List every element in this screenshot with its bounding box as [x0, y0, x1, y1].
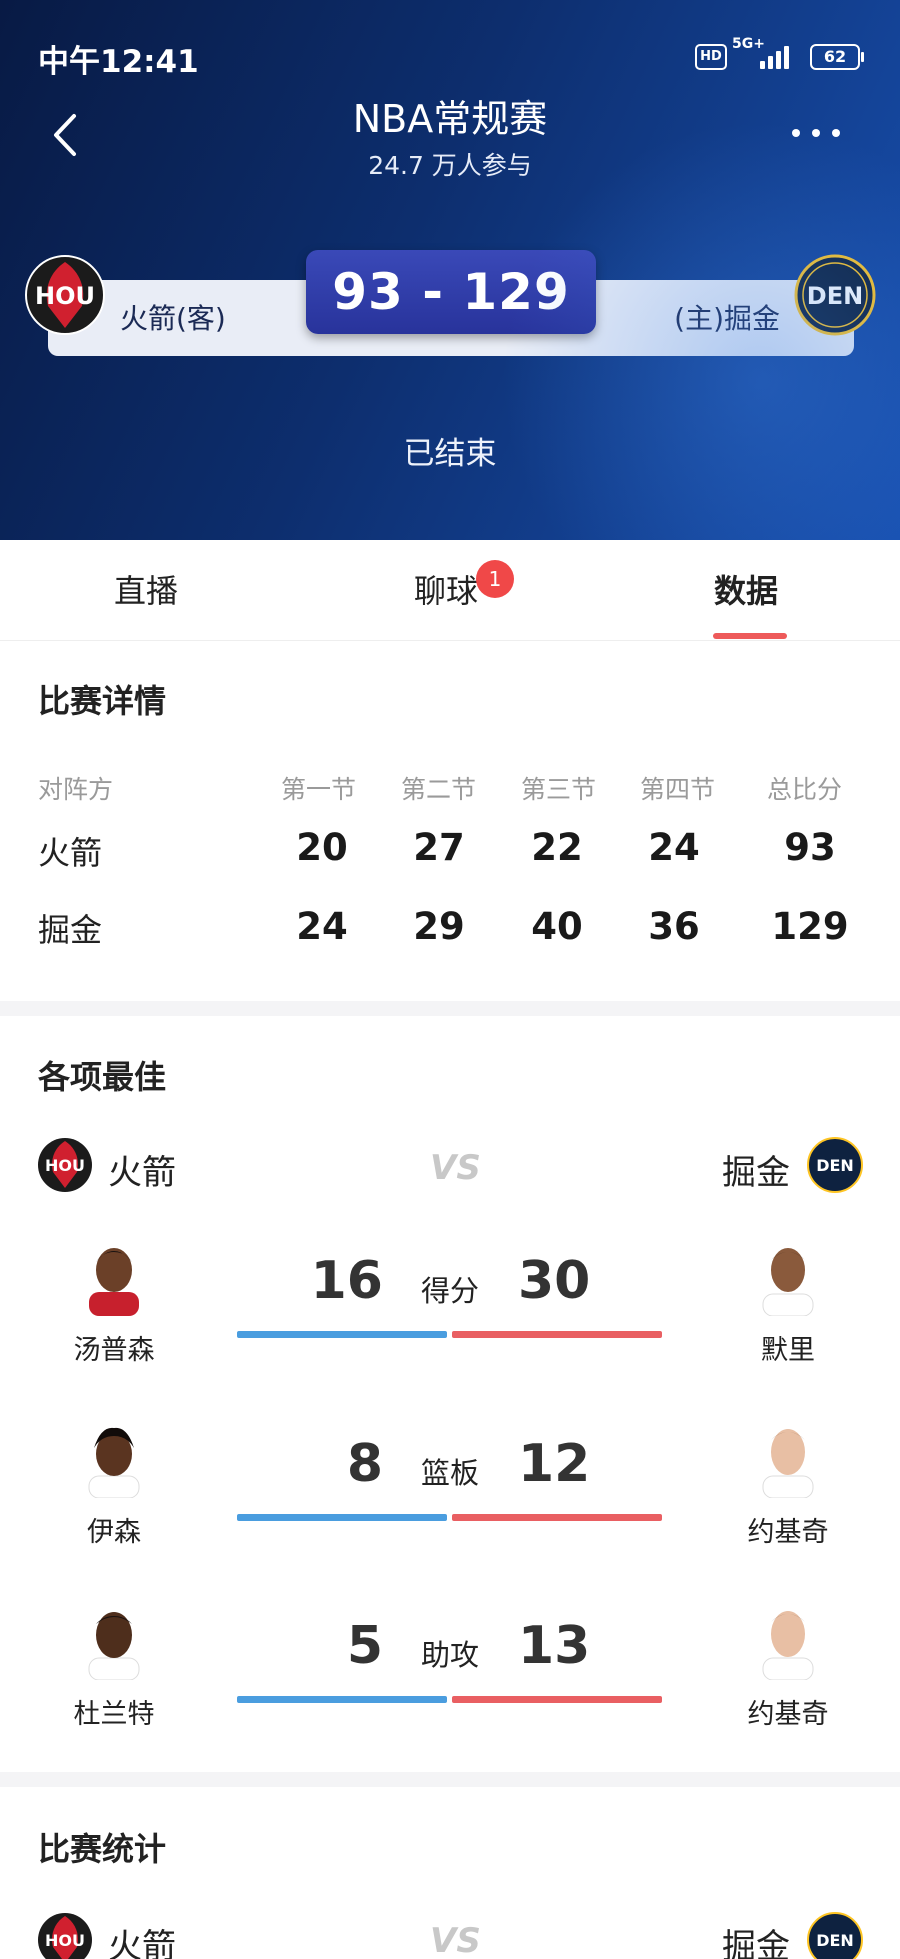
game-status: 已结束 — [403, 436, 497, 472]
player-name: 默里 — [761, 1335, 815, 1366]
tab-bar: 直播 聊球 数据 — [0, 540, 900, 641]
battery-icon: 62 — [810, 44, 864, 70]
notification-badge: 1 — [476, 560, 514, 598]
left-stat-bar — [237, 1331, 447, 1338]
stats-right-team: 掘金 — [722, 1927, 790, 1959]
stat-category: 得分 — [420, 1274, 479, 1308]
active-tab-indicator — [713, 633, 787, 639]
right-stat-value: 12 — [518, 1434, 591, 1494]
nuggets-logo-icon: DEN — [807, 1912, 863, 1959]
row-team-nuggets: 掘金 — [38, 911, 103, 949]
total-cell: 93 — [784, 826, 836, 869]
left-stat-bar — [237, 1696, 447, 1703]
score-cell: 29 — [413, 905, 465, 948]
header-matchup: 对阵方 — [38, 775, 114, 804]
more-options-icon[interactable] — [786, 118, 846, 148]
player-avatar-icon[interactable] — [755, 1604, 821, 1680]
home-logo-text: DEN — [807, 282, 863, 310]
left-stat-value: 5 — [346, 1616, 383, 1676]
player-name: 杜兰特 — [73, 1699, 155, 1730]
participants-count: 24.7 万人参与 — [368, 151, 532, 180]
status-time: 中午12:41 — [38, 44, 199, 80]
player-avatar-icon[interactable] — [755, 1422, 821, 1498]
right-stat-bar — [452, 1331, 662, 1338]
logo-text: HOU — [45, 1156, 85, 1175]
player-avatar-icon[interactable] — [81, 1422, 147, 1498]
game-stats-team-row: HOU 火箭 VS 掘金 DEN — [0, 1905, 900, 1959]
tab-stats[interactable]: 数据 — [714, 566, 778, 612]
score-cell: 22 — [531, 826, 583, 869]
tab-chat[interactable]: 聊球 — [414, 566, 478, 612]
header-q4: 第四节 — [640, 775, 716, 804]
away-logo-text: HOU — [35, 282, 95, 310]
header-q3: 第三节 — [521, 775, 597, 804]
player-avatar-icon[interactable] — [81, 1240, 147, 1316]
right-stat-bar — [452, 1696, 662, 1703]
nuggets-logo-icon: DEN — [807, 1137, 863, 1193]
final-score: 93 - 129 — [306, 250, 596, 334]
logo-text: DEN — [816, 1931, 854, 1950]
header-q1: 第一节 — [281, 775, 357, 804]
left-stat-bar — [237, 1514, 447, 1521]
match-detail-title: 比赛详情 — [38, 682, 167, 720]
player-name: 伊森 — [87, 1517, 141, 1548]
signal-icon — [760, 43, 789, 69]
left-stat-value: 16 — [310, 1251, 383, 1311]
score-cell: 24 — [296, 905, 348, 948]
left-stat-value: 8 — [346, 1434, 383, 1494]
score-cell: 27 — [413, 826, 465, 869]
game-header: 中午12:41 HD 5G+ 62 NBA常规赛 24.7 万人参与 HOU 火… — [0, 0, 900, 540]
stats-left-team: 火箭 — [108, 1927, 176, 1959]
rockets-logo-icon: HOU — [38, 1138, 92, 1192]
score-cell: 40 — [531, 905, 583, 948]
right-stat-value: 13 — [518, 1616, 591, 1676]
player-name: 约基奇 — [747, 1517, 829, 1548]
row-team-rockets: 火箭 — [38, 834, 103, 872]
score-cell: 36 — [648, 905, 700, 948]
home-team-name: (主)掘金 — [674, 302, 780, 335]
nuggets-logo-icon[interactable]: DEN — [794, 254, 876, 336]
leaders-right-team: 掘金 — [722, 1153, 790, 1193]
rockets-logo-icon[interactable]: HOU — [24, 254, 106, 336]
right-stat-value: 30 — [518, 1251, 591, 1311]
right-stat-bar — [452, 1514, 662, 1521]
player-avatar-icon[interactable] — [81, 1604, 147, 1680]
score-cell: 20 — [296, 826, 348, 869]
header-total: 总比分 — [767, 775, 843, 804]
total-cell: 129 — [771, 905, 849, 948]
stat-category: 篮板 — [420, 1456, 479, 1490]
header-q2: 第二节 — [401, 775, 477, 804]
hd-icon: HD — [695, 44, 727, 70]
game-stats-title: 比赛统计 — [38, 1830, 167, 1868]
page-title: NBA常规赛 — [352, 97, 548, 141]
vs-label: VS — [430, 1921, 481, 1959]
player-avatar-icon[interactable] — [755, 1240, 821, 1316]
rockets-logo-icon: HOU — [38, 1913, 92, 1959]
player-name: 汤普森 — [73, 1335, 155, 1366]
leaders-title: 各项最佳 — [38, 1058, 167, 1096]
logo-text: DEN — [816, 1156, 854, 1175]
score-cell: 24 — [648, 826, 700, 869]
away-team-name: 火箭(客) — [120, 302, 226, 335]
leaders-left-team: 火箭 — [108, 1153, 176, 1193]
logo-text: HOU — [45, 1931, 85, 1950]
tab-live[interactable]: 直播 — [114, 566, 178, 612]
player-name: 约基奇 — [747, 1699, 829, 1730]
stat-category: 助攻 — [420, 1638, 479, 1672]
vs-label: VS — [430, 1148, 481, 1188]
